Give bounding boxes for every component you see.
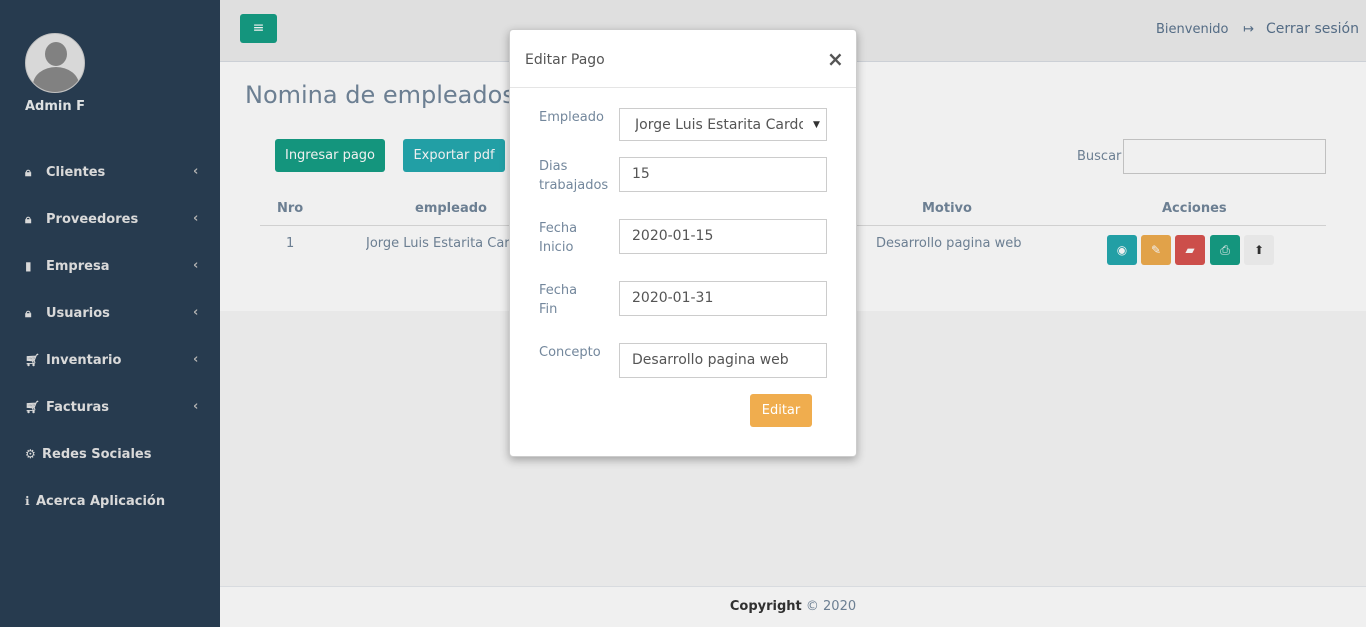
label-line: Dias	[539, 159, 568, 174]
concepto-input[interactable]: Desarrollo pagina web	[619, 343, 827, 378]
close-icon[interactable]: ×	[827, 47, 844, 71]
edit-payment-modal: Editar Pago × Empleado Jorge Luis Estari…	[509, 29, 857, 457]
fecha-fin-label: Fecha Fin	[539, 281, 577, 319]
modal-header: Editar Pago ×	[510, 30, 856, 88]
label-line: Fecha	[539, 221, 578, 236]
label-line: trabajados	[539, 178, 609, 193]
editar-button[interactable]: Editar	[750, 394, 812, 427]
dias-trabajados-input[interactable]: 15	[619, 157, 827, 192]
chevron-down-icon: ▼	[813, 120, 820, 130]
fecha-inicio-label: Fecha Inicio	[539, 219, 577, 257]
dias-trabajados-label: Dias trabajados	[539, 157, 608, 195]
label-line: Fin	[539, 302, 558, 317]
concepto-label: Concepto	[539, 345, 601, 360]
fecha-fin-input[interactable]: 2020-01-31	[619, 281, 827, 316]
empleado-select[interactable]: Jorge Luis Estarita Cardona ▼	[619, 108, 827, 141]
empleado-label: Empleado	[539, 110, 604, 125]
modal-title: Editar Pago	[525, 52, 605, 68]
fecha-inicio-input[interactable]: 2020-01-15	[619, 219, 827, 254]
label-line: Fecha	[539, 283, 578, 298]
label-line: Inicio	[539, 240, 574, 255]
empleado-selected-value: Jorge Luis Estarita Cardona	[635, 117, 803, 133]
